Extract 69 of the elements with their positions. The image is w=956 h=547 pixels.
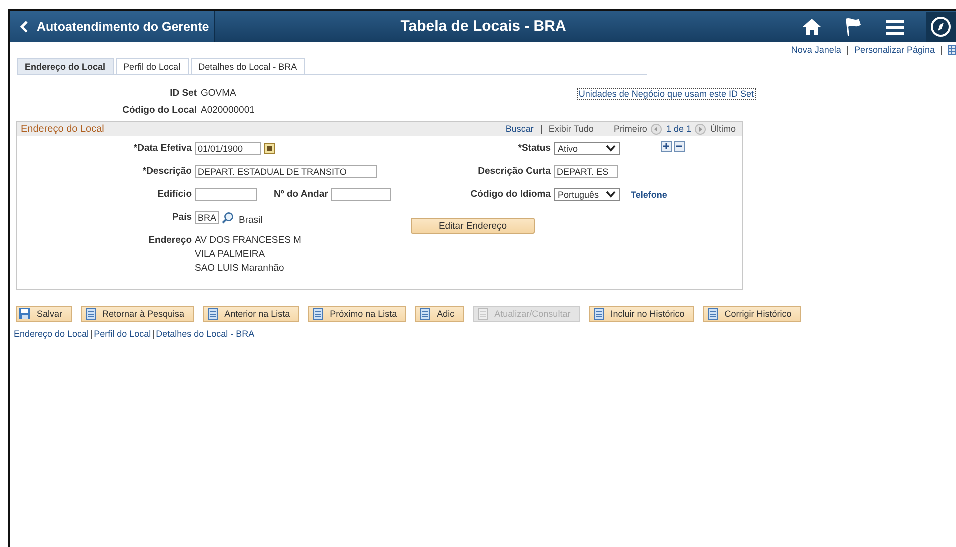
field-value: A020000001 [201,105,255,116]
page-link[interactable]: Endereço do Local [14,329,90,339]
chevron-left-icon [20,20,30,32]
back-button[interactable]: Autoatendimento do Gerente [10,11,215,42]
new-window-link[interactable]: Nova Janela [791,45,842,55]
document-icon [476,308,489,320]
field-label: *Status [517,143,551,154]
grid-icon[interactable] [948,45,956,55]
last-text: Último [710,124,736,134]
first-text: Primeiro [614,124,648,134]
toolbar-button[interactable]: Adic [415,306,464,322]
floor-field[interactable] [331,188,392,201]
add-row-icon[interactable] [661,141,672,152]
address-line: VILA PALMEIRA [195,249,266,260]
tab[interactable]: Perfil do Local [116,58,189,74]
document-icon [418,308,432,320]
find-link[interactable]: Buscar [506,124,534,134]
status-dropdown[interactable]: Ativo [554,142,620,155]
language-dropdown[interactable]: Português [554,188,620,201]
document-icon [206,308,219,320]
toolbar-button[interactable]: Retornar à Pesquisa [80,306,194,322]
field-label: Código do Local [122,105,197,116]
search-icon[interactable] [222,212,234,224]
field-value: GOVMA [201,88,236,99]
country-name: Brasil [239,215,263,226]
phone-link[interactable]: Telefone [631,190,668,200]
toolbar-button[interactable]: Incluir no Histórico [588,306,694,322]
document-icon [706,308,719,320]
toolbar-button[interactable]: Corrigir Histórico [702,306,801,322]
address-line: SAO LUIS Maranhão [195,263,286,274]
page-link[interactable]: Detalhes do Local - BRA [156,329,255,339]
view-all-text: Exibir Tudo [548,124,594,134]
field-label: *Descrição [142,166,192,177]
field-label: *Data Efetiva [132,143,192,154]
home-icon[interactable] [802,18,822,36]
field-label: País [171,212,192,223]
caret-icon [606,145,616,152]
field-label: Descrição Curta [477,166,551,177]
description-field[interactable]: DEPART. ESTADUAL DE TRANSITO [195,165,377,178]
business-units-link[interactable]: Unidades de Negócio que usam este ID Set [576,88,756,100]
tab[interactable]: Endereço do Local [17,58,114,74]
caret-icon [606,191,616,198]
calendar-icon[interactable] [264,143,275,154]
section-title: Endereço do Local [21,124,104,134]
page-count: 1 de 1 [666,124,692,134]
short-description-field[interactable]: DEPART. ES [554,165,618,178]
flag-icon[interactable] [844,16,864,36]
personalize-page-link[interactable]: Personalizar Página [854,45,935,55]
address-line: AV DOS FRANCESES M [195,235,302,246]
toolbar-button[interactable]: Anterior na Lista [202,306,300,322]
document-icon [592,308,605,320]
field-label: Código do Idioma [470,189,551,200]
field-label: Edifício [156,189,192,200]
delete-row-icon[interactable] [674,141,685,152]
date-field[interactable]: 01/01/1900 [195,142,261,155]
field-label: ID Set [169,88,197,99]
toolbar-button[interactable]: Próximo na Lista [308,306,406,322]
field-label: Endereço [148,235,192,246]
field-label: Nº do Andar [274,189,328,200]
edit-address-button[interactable]: Editar Endereço [411,218,535,234]
document-icon [311,308,324,320]
document-icon [84,308,97,320]
building-field[interactable] [195,188,257,201]
toolbar-button[interactable]: Salvar [16,306,72,322]
compass-icon[interactable] [926,12,956,42]
menu-icon[interactable] [886,18,904,34]
page-link[interactable]: Perfil do Local [94,329,152,339]
page-title: Tabela de Locais - BRA [400,18,568,35]
tab[interactable]: Detalhes do Local - BRA [190,58,306,74]
